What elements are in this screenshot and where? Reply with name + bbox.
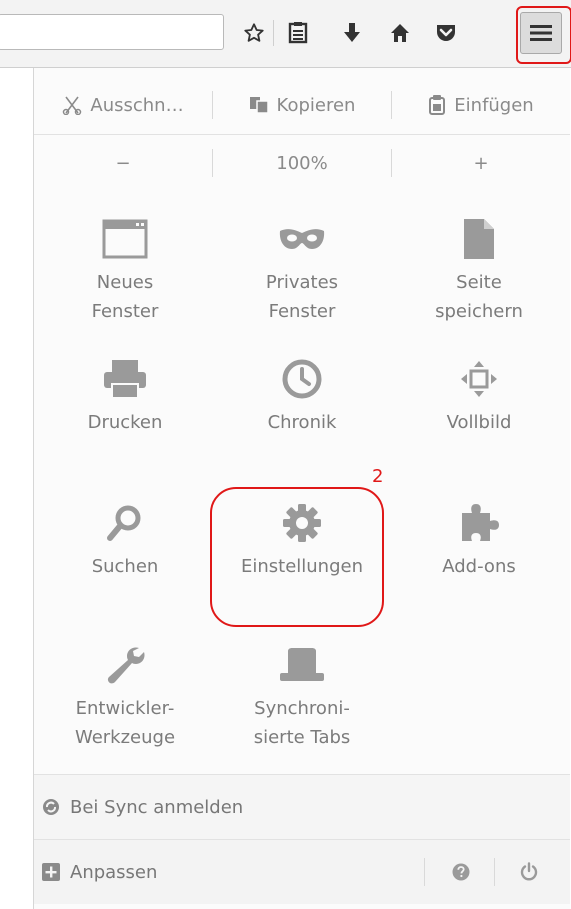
reading-list-icon xyxy=(288,22,308,44)
synced-tabs-icon xyxy=(280,648,324,681)
private-window-label-line2: Fenster xyxy=(268,301,336,322)
printer-icon xyxy=(104,360,146,399)
customize-label: Anpassen xyxy=(70,861,158,883)
url-bar[interactable] xyxy=(0,14,224,50)
private-window-label: Privates xyxy=(265,272,339,293)
annotation-box-menu xyxy=(516,6,571,64)
wrench-icon xyxy=(107,647,145,684)
scissors-icon xyxy=(63,96,82,115)
sync-signin-label: Bei Sync anmelden xyxy=(70,796,244,818)
toolbar-separator xyxy=(273,20,274,46)
clipboard-icon xyxy=(429,95,446,115)
developer-tools-label-line2: Werkzeuge xyxy=(74,727,176,748)
find-button[interactable]: Suchen xyxy=(39,494,211,581)
new-window-label-line2: Fenster xyxy=(91,301,159,322)
history-button[interactable]: Chronik xyxy=(216,350,388,437)
paste-label: Einfügen xyxy=(454,94,534,116)
help-icon xyxy=(452,863,470,881)
download-icon xyxy=(344,23,360,42)
print-button[interactable]: Drucken xyxy=(39,350,211,437)
copy-button[interactable]: Kopieren xyxy=(213,84,391,126)
new-window-button[interactable]: Neues Fenster xyxy=(39,210,211,326)
footer-bar: Anpassen xyxy=(34,840,570,904)
annotation-number-two: 2 xyxy=(372,466,384,487)
save-page-button[interactable]: Seite speichern xyxy=(393,210,565,326)
copy-label: Kopieren xyxy=(276,94,356,116)
copy-icon xyxy=(249,97,269,114)
zoom-controls: − 100% + xyxy=(34,142,570,184)
quit-button[interactable] xyxy=(506,840,552,904)
cut-button[interactable]: Ausschn… xyxy=(34,84,212,126)
plus-box-icon xyxy=(42,863,60,881)
home-button[interactable] xyxy=(382,14,418,52)
downloads-button[interactable] xyxy=(334,14,370,52)
page-icon xyxy=(464,219,494,259)
pocket-button[interactable] xyxy=(428,14,464,52)
edit-controls: Ausschn… Kopieren Einfügen xyxy=(34,84,570,126)
zoom-reset-button[interactable]: 100% xyxy=(213,142,391,184)
divider xyxy=(34,134,570,135)
synced-tabs-label: Synchroni- xyxy=(254,698,350,719)
star-icon xyxy=(244,23,264,42)
clock-icon xyxy=(282,359,322,399)
bookmark-star-button[interactable] xyxy=(236,14,272,52)
customize-button[interactable]: Anpassen xyxy=(42,862,157,883)
fullscreen-button[interactable]: Vollbild xyxy=(393,350,565,437)
separator xyxy=(494,858,495,886)
sync-icon xyxy=(43,799,59,815)
addons-button[interactable]: Add-ons xyxy=(393,494,565,581)
mask-icon xyxy=(279,229,325,249)
help-button[interactable] xyxy=(438,840,484,904)
menu-panel: Ausschn… Kopieren Einfügen − 100% + Neue… xyxy=(33,68,570,909)
private-window-button[interactable]: Privates Fenster xyxy=(216,210,388,326)
synced-tabs-label-line2: sierte Tabs xyxy=(253,727,351,748)
fullscreen-label: Vollbild xyxy=(446,412,512,433)
addons-label: Add-ons xyxy=(442,556,516,577)
save-page-label: Seite xyxy=(456,272,502,293)
developer-tools-label: Entwickler- xyxy=(75,698,175,719)
synced-tabs-button[interactable]: Synchroni- sierte Tabs xyxy=(216,636,388,752)
reading-list-button[interactable] xyxy=(280,14,316,52)
new-window-icon xyxy=(102,219,148,259)
puzzle-piece-icon xyxy=(462,504,499,541)
fullscreen-icon xyxy=(461,361,497,397)
browser-toolbar xyxy=(0,0,571,68)
developer-tools-button[interactable]: Entwickler- Werkzeuge xyxy=(39,636,211,752)
save-page-label-line2: speichern xyxy=(435,301,523,322)
power-icon xyxy=(520,862,538,881)
history-label: Chronik xyxy=(267,412,337,433)
new-window-label: Neues xyxy=(96,272,154,293)
sync-signin-button[interactable]: Bei Sync anmelden xyxy=(34,775,570,839)
annotation-box-preferences xyxy=(210,487,384,627)
paste-button[interactable]: Einfügen xyxy=(392,84,570,126)
pocket-icon xyxy=(437,25,455,41)
separator xyxy=(424,858,425,886)
cut-label: Ausschn… xyxy=(90,94,184,116)
print-label: Drucken xyxy=(87,412,163,433)
home-icon xyxy=(391,24,409,42)
search-icon xyxy=(107,505,141,541)
zoom-in-button[interactable]: + xyxy=(392,142,570,184)
zoom-out-button[interactable]: − xyxy=(34,142,212,184)
find-label: Suchen xyxy=(91,556,159,577)
